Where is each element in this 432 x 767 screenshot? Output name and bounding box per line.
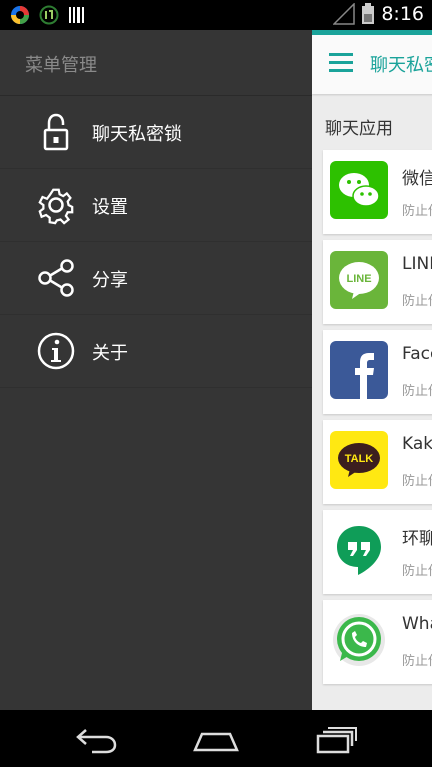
app-card-wechat[interactable]: 微信 防止他人查看: [323, 150, 432, 234]
menu-item-settings[interactable]: 设置: [0, 169, 312, 242]
drawer-title: 菜单管理: [25, 55, 97, 76]
clock-notification-icon: [39, 5, 59, 25]
app-card-line[interactable]: LINE LINE 防止他人查看: [323, 240, 432, 324]
line-icon: LINE: [330, 251, 388, 309]
status-bar: 8:16: [0, 0, 432, 30]
section-title: 聊天应用: [325, 119, 393, 139]
menu-item-label: 聊天私密锁: [92, 124, 182, 145]
home-icon[interactable]: [192, 722, 240, 756]
app-name: 微信: [402, 169, 432, 189]
gear-icon: [38, 188, 74, 225]
toolbar-title: 聊天私密锁: [370, 55, 432, 76]
toolbar: 聊天私密锁: [312, 30, 432, 94]
clock: 8:16: [381, 3, 424, 25]
barcode-notification-icon: [69, 7, 84, 23]
signal-icon: [333, 3, 356, 25]
app-description: 防止他人查看: [402, 384, 432, 399]
app-description: 防止他人查看: [402, 564, 432, 579]
main-content: 聊天私密锁 聊天应用 微信 防止他人查看 LINE LINE 防止他人查看: [312, 30, 432, 710]
hamburger-menu-icon[interactable]: [329, 53, 353, 73]
share-icon: [38, 259, 74, 297]
padlock-icon: [43, 113, 69, 151]
system-navigation-bar: [0, 710, 432, 767]
app-card-facebook[interactable]: Facebook 防止他人查看: [323, 330, 432, 414]
drawer-header: 菜单管理: [0, 30, 312, 96]
app-name: LINE: [402, 254, 432, 274]
app-name: KakaoTalk: [402, 434, 432, 454]
app-name: Facebook: [402, 344, 432, 364]
svg-text:LINE: LINE: [346, 273, 371, 285]
whatsapp-icon: [330, 611, 388, 669]
svg-text:TALK: TALK: [345, 453, 374, 465]
hangouts-icon: [330, 521, 388, 579]
app-notification-icon: [11, 6, 29, 24]
menu-item-chat-lock[interactable]: 聊天私密锁: [0, 96, 312, 169]
navigation-drawer: 菜单管理 聊天私密锁 设置 分享 关于: [0, 30, 312, 710]
menu-item-label: 设置: [92, 197, 128, 218]
menu-item-about[interactable]: 关于: [0, 315, 312, 388]
menu-item-label: 关于: [92, 343, 128, 364]
app-card-kakaotalk[interactable]: TALK KakaoTalk 防止他人查看: [323, 420, 432, 504]
back-icon[interactable]: [72, 722, 120, 756]
app-description: 防止他人查看: [402, 654, 432, 669]
info-icon: [37, 332, 75, 370]
app-description: 防止他人查看: [402, 204, 432, 219]
app-card-hangouts[interactable]: 环聊 防止他人查看: [323, 510, 432, 594]
app-description: 防止他人查看: [402, 474, 432, 489]
app-name: WhatsApp: [402, 614, 432, 634]
recent-apps-icon[interactable]: [312, 722, 360, 756]
facebook-icon: [330, 341, 388, 399]
battery-icon: [362, 3, 375, 24]
menu-item-share[interactable]: 分享: [0, 242, 312, 315]
wechat-icon: [330, 161, 388, 219]
menu-item-label: 分享: [92, 270, 128, 291]
app-name: 环聊: [402, 529, 432, 549]
kakaotalk-icon: TALK: [330, 431, 388, 489]
app-card-whatsapp[interactable]: WhatsApp 防止他人查看: [323, 600, 432, 684]
app-description: 防止他人查看: [402, 294, 432, 309]
